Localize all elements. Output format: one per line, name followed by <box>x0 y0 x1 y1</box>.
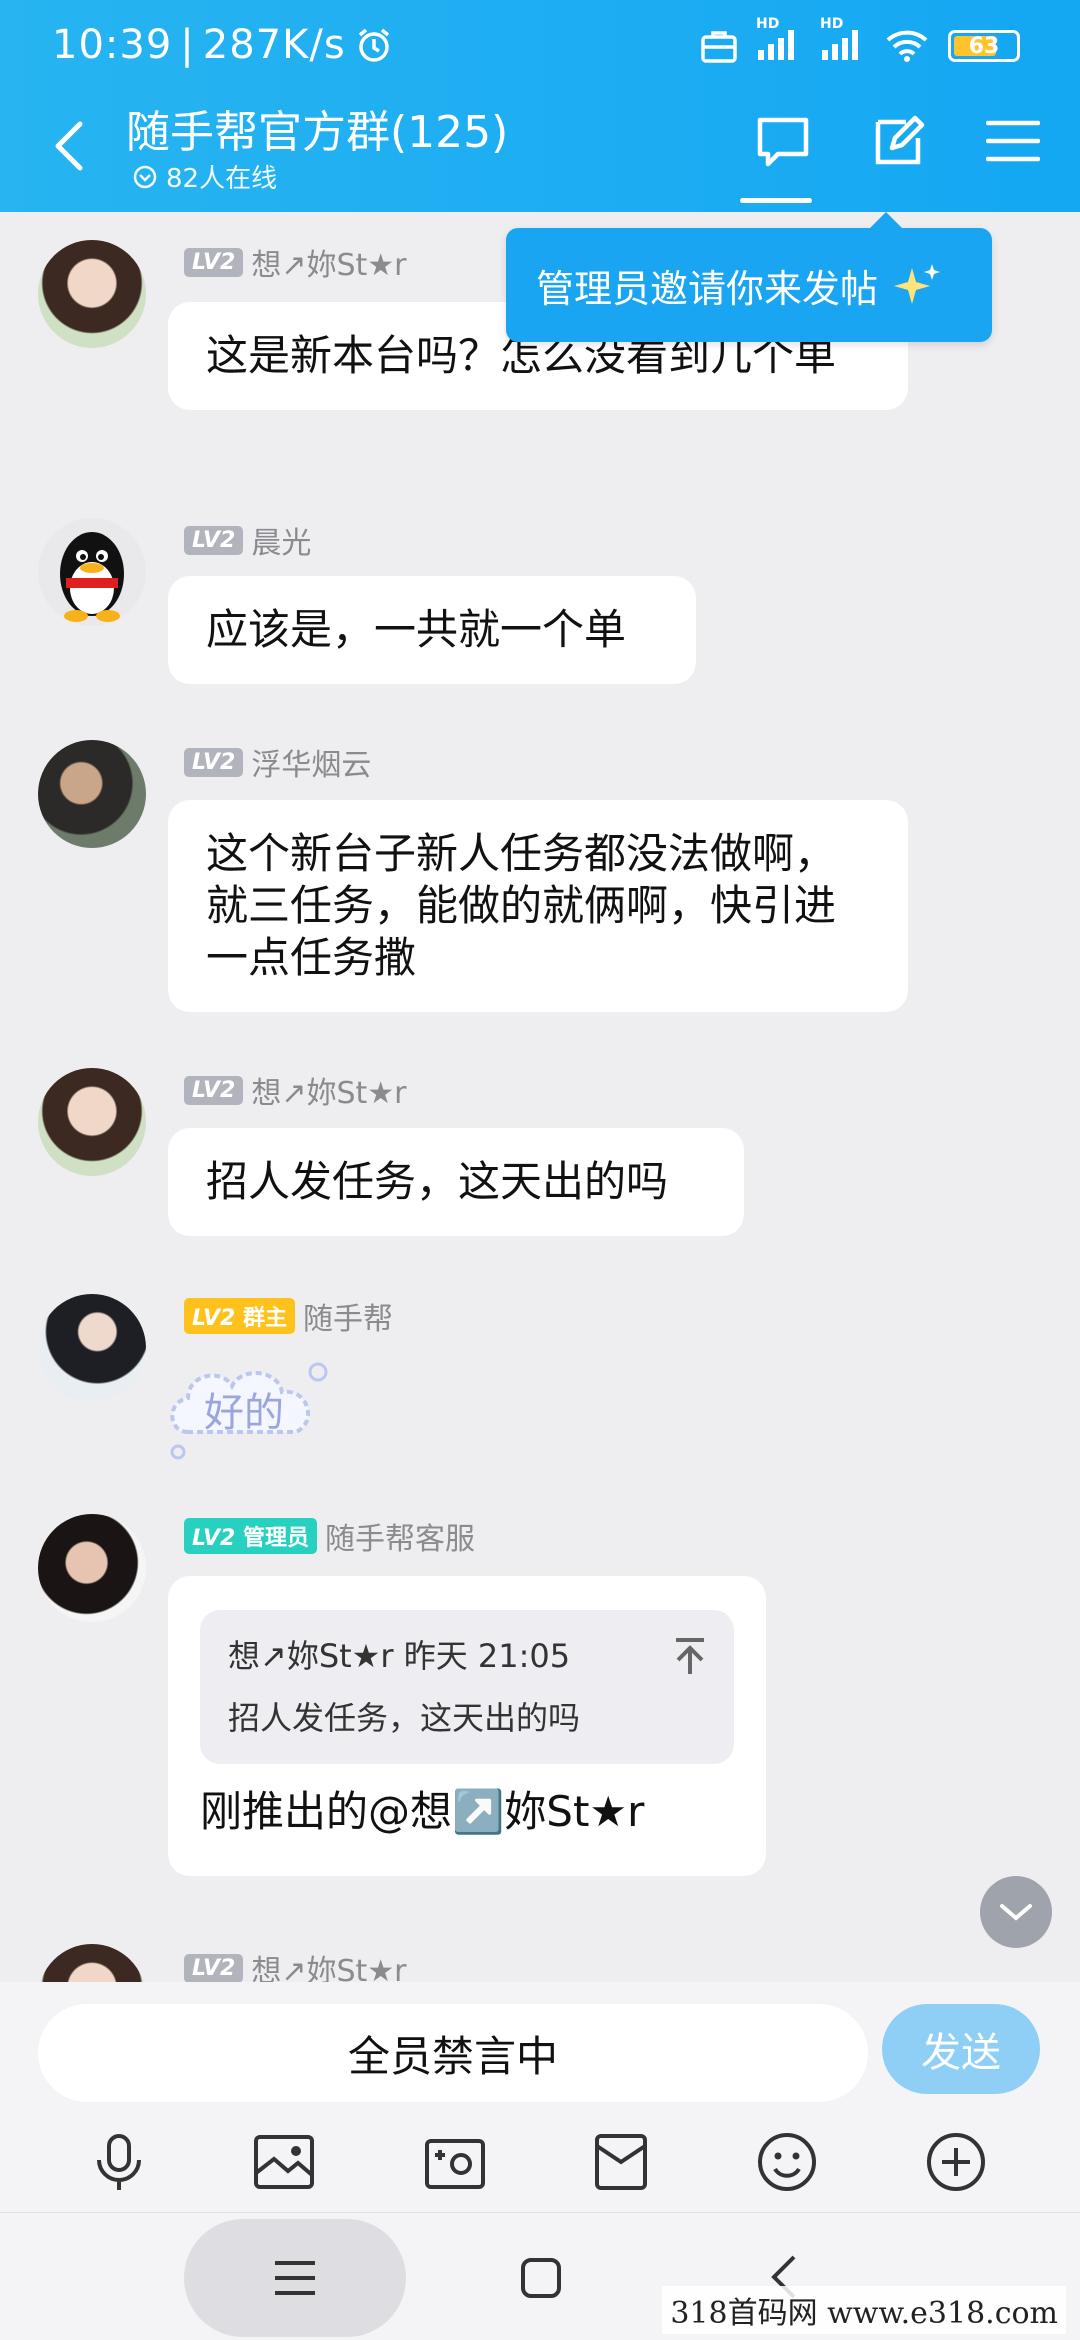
reply-text: 刚推出的@想↗️妳St★r <box>200 1787 645 1836</box>
quote-header: 想↗妳St★r 昨天 21:05 <box>228 1637 571 1675</box>
role-admin: 管理员 <box>243 1526 310 1551</box>
sparkle-icon <box>894 264 941 304</box>
sender-name[interactable]: 浮华烟云 <box>251 740 371 784</box>
quote-text: 招人发任务，这天出的吗 <box>228 1699 581 1737</box>
avatar[interactable] <box>38 1514 146 1622</box>
message-meta: LV2 晨光 <box>184 518 311 562</box>
level-badge: LV2 管理员 <box>184 1518 318 1554</box>
status-bar: 10:39 | 287K/s <box>52 22 394 68</box>
level-badge: LV2 <box>184 747 244 777</box>
signal-2: HD <box>820 16 866 66</box>
message-meta: LV2 想↗妳St★r <box>184 240 407 284</box>
battery-icon: 63 <box>948 30 1020 62</box>
avatar[interactable] <box>38 740 146 848</box>
emoji-icon[interactable] <box>756 2131 818 2193</box>
admin-invite-tooltip[interactable]: 管理员邀请你来发帖 <box>506 212 992 342</box>
sender-name[interactable]: 随手帮客服 <box>325 1514 475 1558</box>
sender-name[interactable]: 想↗妳St★r <box>251 1068 406 1112</box>
image-icon[interactable] <box>252 2133 316 2191</box>
message-bubble[interactable]: 招人发任务，这天出的吗 <box>168 1128 744 1236</box>
recent-apps-button[interactable] <box>184 2219 406 2337</box>
post-button[interactable] <box>870 112 928 174</box>
edit-icon <box>875 115 925 165</box>
title-bar: 10:39 | 287K/s HD HD 63 随手帮官方群(125) 82人在… <box>0 0 1080 212</box>
home-button[interactable] <box>520 2257 562 2303</box>
red-packet-icon[interactable] <box>593 2132 649 2192</box>
plus-icon[interactable] <box>925 2131 987 2193</box>
muted-input[interactable]: 全员禁言中 <box>38 2004 868 2102</box>
online-text: 82人在线 <box>166 164 278 194</box>
message-bubble[interactable]: 这个新台子新人任务都没法做啊，就三任务，能做的就俩啊，快引进一点任务撒 <box>168 800 908 1012</box>
work-briefcase-icon <box>701 31 737 63</box>
chat-bubble-icon <box>757 117 809 167</box>
signal-1: HD <box>756 16 802 66</box>
send-button[interactable]: 发送 <box>882 2004 1040 2094</box>
sender-name[interactable]: 想↗妳St★r <box>251 1946 406 1984</box>
system-nav-bar: 318首码网 www.e318.com <box>0 2212 1080 2340</box>
message-bubble[interactable]: 想↗妳St★r 昨天 21:05 招人发任务，这天出的吗 刚推出的@想↗️妳St… <box>168 1576 766 1876</box>
wifi-icon <box>886 30 928 62</box>
status-time: 10:39 <box>52 22 173 68</box>
sticker-message[interactable]: 好的 <box>158 1352 348 1464</box>
level-text: LV2 <box>192 1306 236 1331</box>
online-count: 82人在线 <box>132 158 277 195</box>
alarm-icon <box>358 28 389 62</box>
level-badge: LV2 <box>184 525 244 555</box>
role-owner: 群主 <box>243 1306 288 1331</box>
message-meta: LV2 管理员 随手帮客服 <box>184 1514 475 1558</box>
avatar[interactable] <box>38 1944 146 1984</box>
header-actions <box>754 112 1041 174</box>
status-speed: 287K/s <box>202 22 346 68</box>
level-badge: LV2 群主 <box>184 1298 296 1334</box>
microphone-icon[interactable] <box>93 2132 145 2192</box>
message-bubble[interactable]: 应该是，一共就一个单 <box>168 576 696 684</box>
avatar[interactable] <box>38 1068 146 1176</box>
message-meta: LV2 想↗妳St★r <box>184 1946 407 1984</box>
tooltip-text: 管理员邀请你来发帖 <box>536 266 879 311</box>
quoted-message[interactable]: 想↗妳St★r 昨天 21:05 招人发任务，这天出的吗 <box>200 1610 734 1764</box>
level-badge: LV2 <box>184 1953 244 1983</box>
chat-tab-button[interactable] <box>754 112 812 174</box>
penguin-avatar-icon <box>60 532 124 622</box>
chevron-down-icon <box>1000 1904 1032 1921</box>
avatar[interactable] <box>38 518 146 626</box>
sticker-text: 好的 <box>204 1390 284 1436</box>
message-item: LV2 想↗妳St★r <box>0 1944 1080 1984</box>
avatar[interactable] <box>38 1294 146 1402</box>
sender-name[interactable]: 随手帮 <box>303 1294 393 1338</box>
message-meta: LV2 群主 随手帮 <box>184 1294 393 1338</box>
chevron-left-icon <box>55 121 83 171</box>
camera-icon[interactable] <box>423 2133 487 2191</box>
jump-to-top-icon[interactable] <box>672 1636 708 1676</box>
avatar[interactable] <box>38 240 146 348</box>
hamburger-menu-icon <box>985 120 1041 162</box>
active-tab-indicator <box>740 198 812 203</box>
status-divider: | <box>180 22 195 68</box>
status-icons: HD HD 63 <box>700 16 1020 66</box>
chevron-down-circle-icon <box>133 165 157 188</box>
menu-button[interactable] <box>985 118 1041 168</box>
hd-label-1: HD <box>756 16 780 32</box>
input-bar: 全员禁言中 发送 <box>0 1982 1080 2212</box>
message-meta: LV2 想↗妳St★r <box>184 1068 407 1112</box>
menu-icon <box>275 2261 315 2295</box>
sender-name[interactable]: 想↗妳St★r <box>251 240 406 284</box>
level-badge: LV2 <box>184 1075 244 1105</box>
group-title[interactable]: 随手帮官方群(125) <box>126 96 508 160</box>
input-toolbar <box>0 2112 1080 2212</box>
level-badge: LV2 <box>184 247 244 277</box>
sender-name[interactable]: 晨光 <box>251 518 311 562</box>
battery-level: 63 <box>968 33 1000 59</box>
hd-label-2: HD <box>820 16 844 32</box>
scroll-to-bottom-button[interactable] <box>980 1876 1052 1948</box>
watermark-text: 318首码网 www.e318.com <box>662 2286 1066 2334</box>
back-button[interactable] <box>52 120 86 176</box>
message-meta: LV2 浮华烟云 <box>184 740 371 784</box>
level-text: LV2 <box>192 1526 236 1551</box>
square-home-icon <box>521 2258 561 2298</box>
